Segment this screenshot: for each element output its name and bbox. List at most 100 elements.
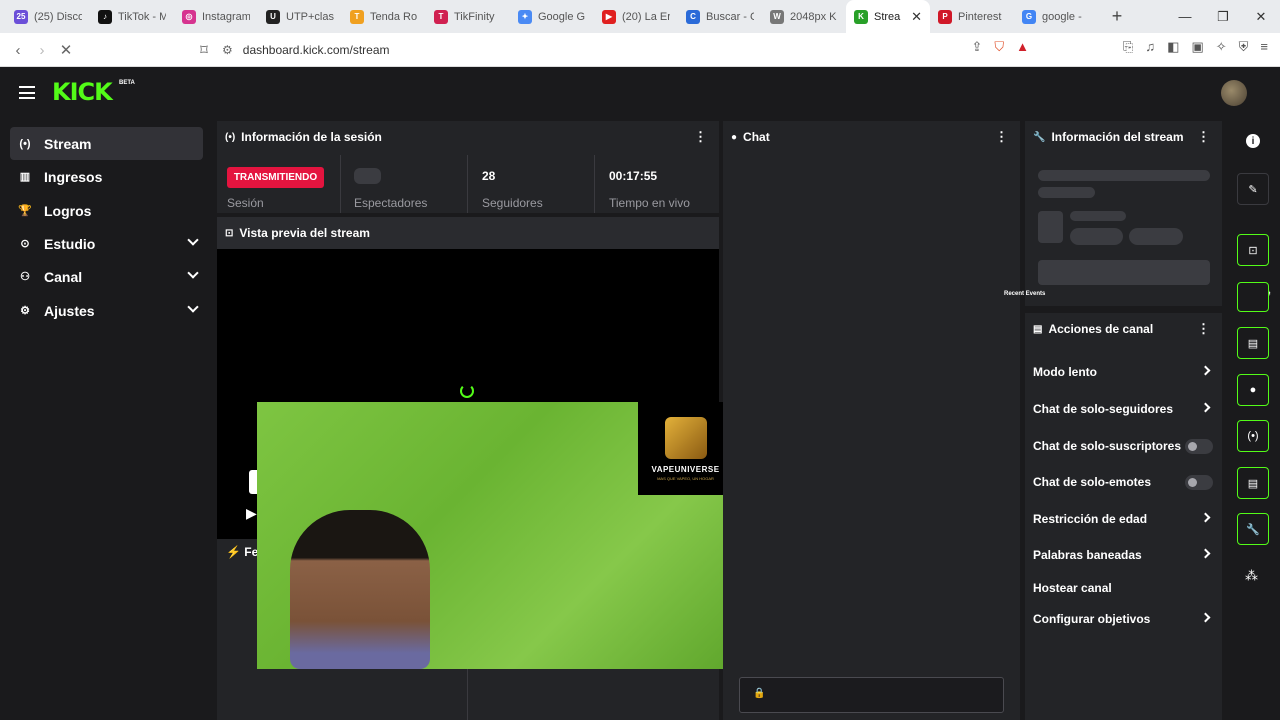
tab-label: Google G (538, 10, 586, 23)
browser-tab[interactable]: ▶ (20) La Er (594, 0, 678, 33)
chevron-right-icon (1200, 512, 1211, 523)
info-icon[interactable]: i (1246, 134, 1260, 148)
skeleton-line (1070, 211, 1126, 221)
sidebar-item-canal[interactable]: ⚇ Canal (10, 260, 203, 293)
tab-favicon-icon: T (434, 9, 448, 24)
browser-tab[interactable]: ◎ Instagram (174, 0, 258, 33)
channel-action-label: Modo lento (1033, 365, 1097, 379)
tab-favicon-icon: 25 (14, 9, 28, 24)
events-toggle-icon[interactable] (1237, 282, 1269, 312)
browser-tab[interactable]: 25 (25) Disco (6, 0, 90, 33)
notes-toggle-icon[interactable]: ▤ (1237, 327, 1269, 359)
channel-action-label: Chat de solo-seguidores (1033, 402, 1174, 416)
actions-icon: ▤ (1033, 323, 1043, 335)
browser-tab[interactable]: W 2048px K (762, 0, 846, 33)
channel-action-item[interactable]: Hostear canal (1033, 576, 1213, 600)
chat-input[interactable]: 🔒 (739, 677, 1004, 713)
channel-action-item[interactable]: Modo lento (1033, 360, 1213, 384)
rewards-icon[interactable]: ▲ (1016, 39, 1029, 55)
browser-tab[interactable]: T Tenda Ro (342, 0, 426, 33)
sidebar-item-ajustes[interactable]: ⚙ Ajustes (10, 294, 203, 327)
tab-favicon-icon: ✦ (518, 9, 532, 24)
wrench-icon: 🔧 (1033, 131, 1046, 143)
user-avatar[interactable] (1221, 80, 1247, 106)
minimize-button[interactable]: — (1166, 0, 1204, 33)
sidebar-item-label: Canal (44, 268, 83, 285)
browser-tab[interactable]: ✦ Google G (510, 0, 594, 33)
menu-icon[interactable]: ≡ (1260, 39, 1268, 55)
browser-tab[interactable]: U UTP+clas (258, 0, 342, 33)
channel-action-label: Palabras baneadas (1033, 548, 1142, 562)
tab-close-icon[interactable]: ✕ (911, 9, 922, 25)
tab-favicon-icon: ♪ (98, 9, 112, 24)
skeleton-line (1038, 187, 1095, 198)
channel-action-label: Chat de solo-emotes (1033, 475, 1152, 489)
channel-action-item[interactable]: Chat de solo-emotes (1033, 470, 1213, 494)
channel-action-item[interactable]: Configurar objetivos (1033, 607, 1213, 631)
close-window-button[interactable]: ✕ (1242, 0, 1280, 33)
back-button[interactable]: ‹ (6, 38, 30, 62)
browser-tab[interactable]: Ggoogle - (1014, 0, 1098, 33)
preview-toggle-icon[interactable]: ⊡ (1237, 234, 1269, 266)
session-menu-icon[interactable]: ⋮ (694, 129, 707, 145)
browser-tab[interactable]: T TikFinity (426, 0, 510, 33)
play-icon[interactable]: ▶ (246, 505, 257, 522)
browser-tab[interactable]: K Strea ✕ (846, 0, 930, 33)
channel-action-item[interactable]: Chat de solo-seguidores (1033, 397, 1213, 421)
toggle-switch[interactable] (1185, 475, 1213, 490)
media-icon[interactable]: ♫ (1145, 39, 1155, 55)
kick-logo[interactable]: KICK (52, 80, 113, 104)
preview-icon: ⊡ (225, 227, 234, 239)
browser-tab[interactable]: C Buscar - C (678, 0, 762, 33)
site-info-icon[interactable]: ⚙ (222, 43, 233, 57)
users-icon: ⚇ (20, 271, 30, 283)
wallet-icon[interactable]: ▣ (1191, 39, 1203, 55)
leo-icon[interactable]: ✧ (1216, 39, 1227, 55)
actions-toggle-icon[interactable]: ▤ (1237, 467, 1269, 499)
skeleton-thumb (1038, 211, 1063, 243)
tab-label: UTP+clas (286, 10, 334, 23)
new-tab-button[interactable]: + (1104, 4, 1130, 30)
channel-action-item[interactable]: Palabras baneadas (1033, 543, 1213, 567)
gear-icon: ⚙ (20, 305, 30, 317)
chat-toggle-icon[interactable]: ● (1237, 374, 1269, 406)
vapeuniverse-logo: VAPEUNIVERSE MAS QUE VAPEO, UN HOGAR (638, 402, 733, 495)
sidebar-item-estudio[interactable]: ⊙ Estudio (10, 227, 203, 260)
browser-tab[interactable]: P Pinterest (930, 0, 1014, 33)
stream-info-menu-icon[interactable]: ⋮ (1197, 129, 1210, 145)
toggle-switch[interactable] (1185, 439, 1213, 454)
hamburger-menu-icon[interactable] (19, 86, 35, 99)
broadcast-icon: (•) (225, 131, 236, 143)
channel-action-label: Chat de solo-suscriptores (1033, 439, 1182, 453)
stop-loading-button[interactable]: ✕ (54, 38, 78, 62)
sidebar-item-ingresos[interactable]: ▥ Ingresos (10, 160, 203, 193)
channel-action-item[interactable]: Restricción de edad (1033, 507, 1213, 531)
studio-icon: ⊙ (20, 238, 30, 250)
layout-icon[interactable]: ⁂ (1245, 568, 1258, 584)
chart-icon: ▥ (19, 171, 31, 183)
sidebar-item-stream[interactable]: (•) Stream (10, 127, 203, 160)
sidebar-toggle-icon[interactable]: ◧ (1167, 39, 1179, 55)
chevron-right-icon (1200, 365, 1211, 376)
forward-button[interactable]: › (30, 38, 54, 62)
preview-title: Vista previa del stream (239, 226, 370, 240)
tab-label: google - (1042, 10, 1082, 23)
channel-actions-menu-icon[interactable]: ⋮ (1197, 321, 1210, 337)
reader-icon[interactable]: ⎘ (1123, 39, 1133, 55)
vpn-icon[interactable]: ⛨ (1239, 39, 1249, 55)
tab-favicon-icon: ▶ (602, 9, 616, 24)
edit-icon[interactable]: ✎ (1237, 173, 1269, 205)
channel-action-item[interactable]: Chat de solo-suscriptores (1033, 434, 1213, 458)
broadcast-toggle-icon[interactable]: (•) (1237, 420, 1269, 452)
maximize-button[interactable]: ❐ (1204, 0, 1242, 33)
sidebar-item-logros[interactable]: 🏆 Logros (10, 194, 203, 227)
share-icon[interactable]: ⇪ (971, 39, 982, 55)
browser-tab[interactable]: ♪ TikTok - M (90, 0, 174, 33)
tab-favicon-icon: C (686, 9, 700, 24)
bookmark-icon[interactable]: ⌑ (192, 38, 216, 62)
url-field[interactable]: ⚙ dashboard.kick.com/stream (222, 39, 1012, 61)
chat-menu-icon[interactable]: ⋮ (995, 129, 1008, 145)
wrench-toggle-icon[interactable]: 🔧 (1237, 513, 1269, 545)
tab-label: Tenda Ro (370, 10, 418, 23)
brave-shield-icon[interactable]: ⛉ (994, 39, 1004, 55)
